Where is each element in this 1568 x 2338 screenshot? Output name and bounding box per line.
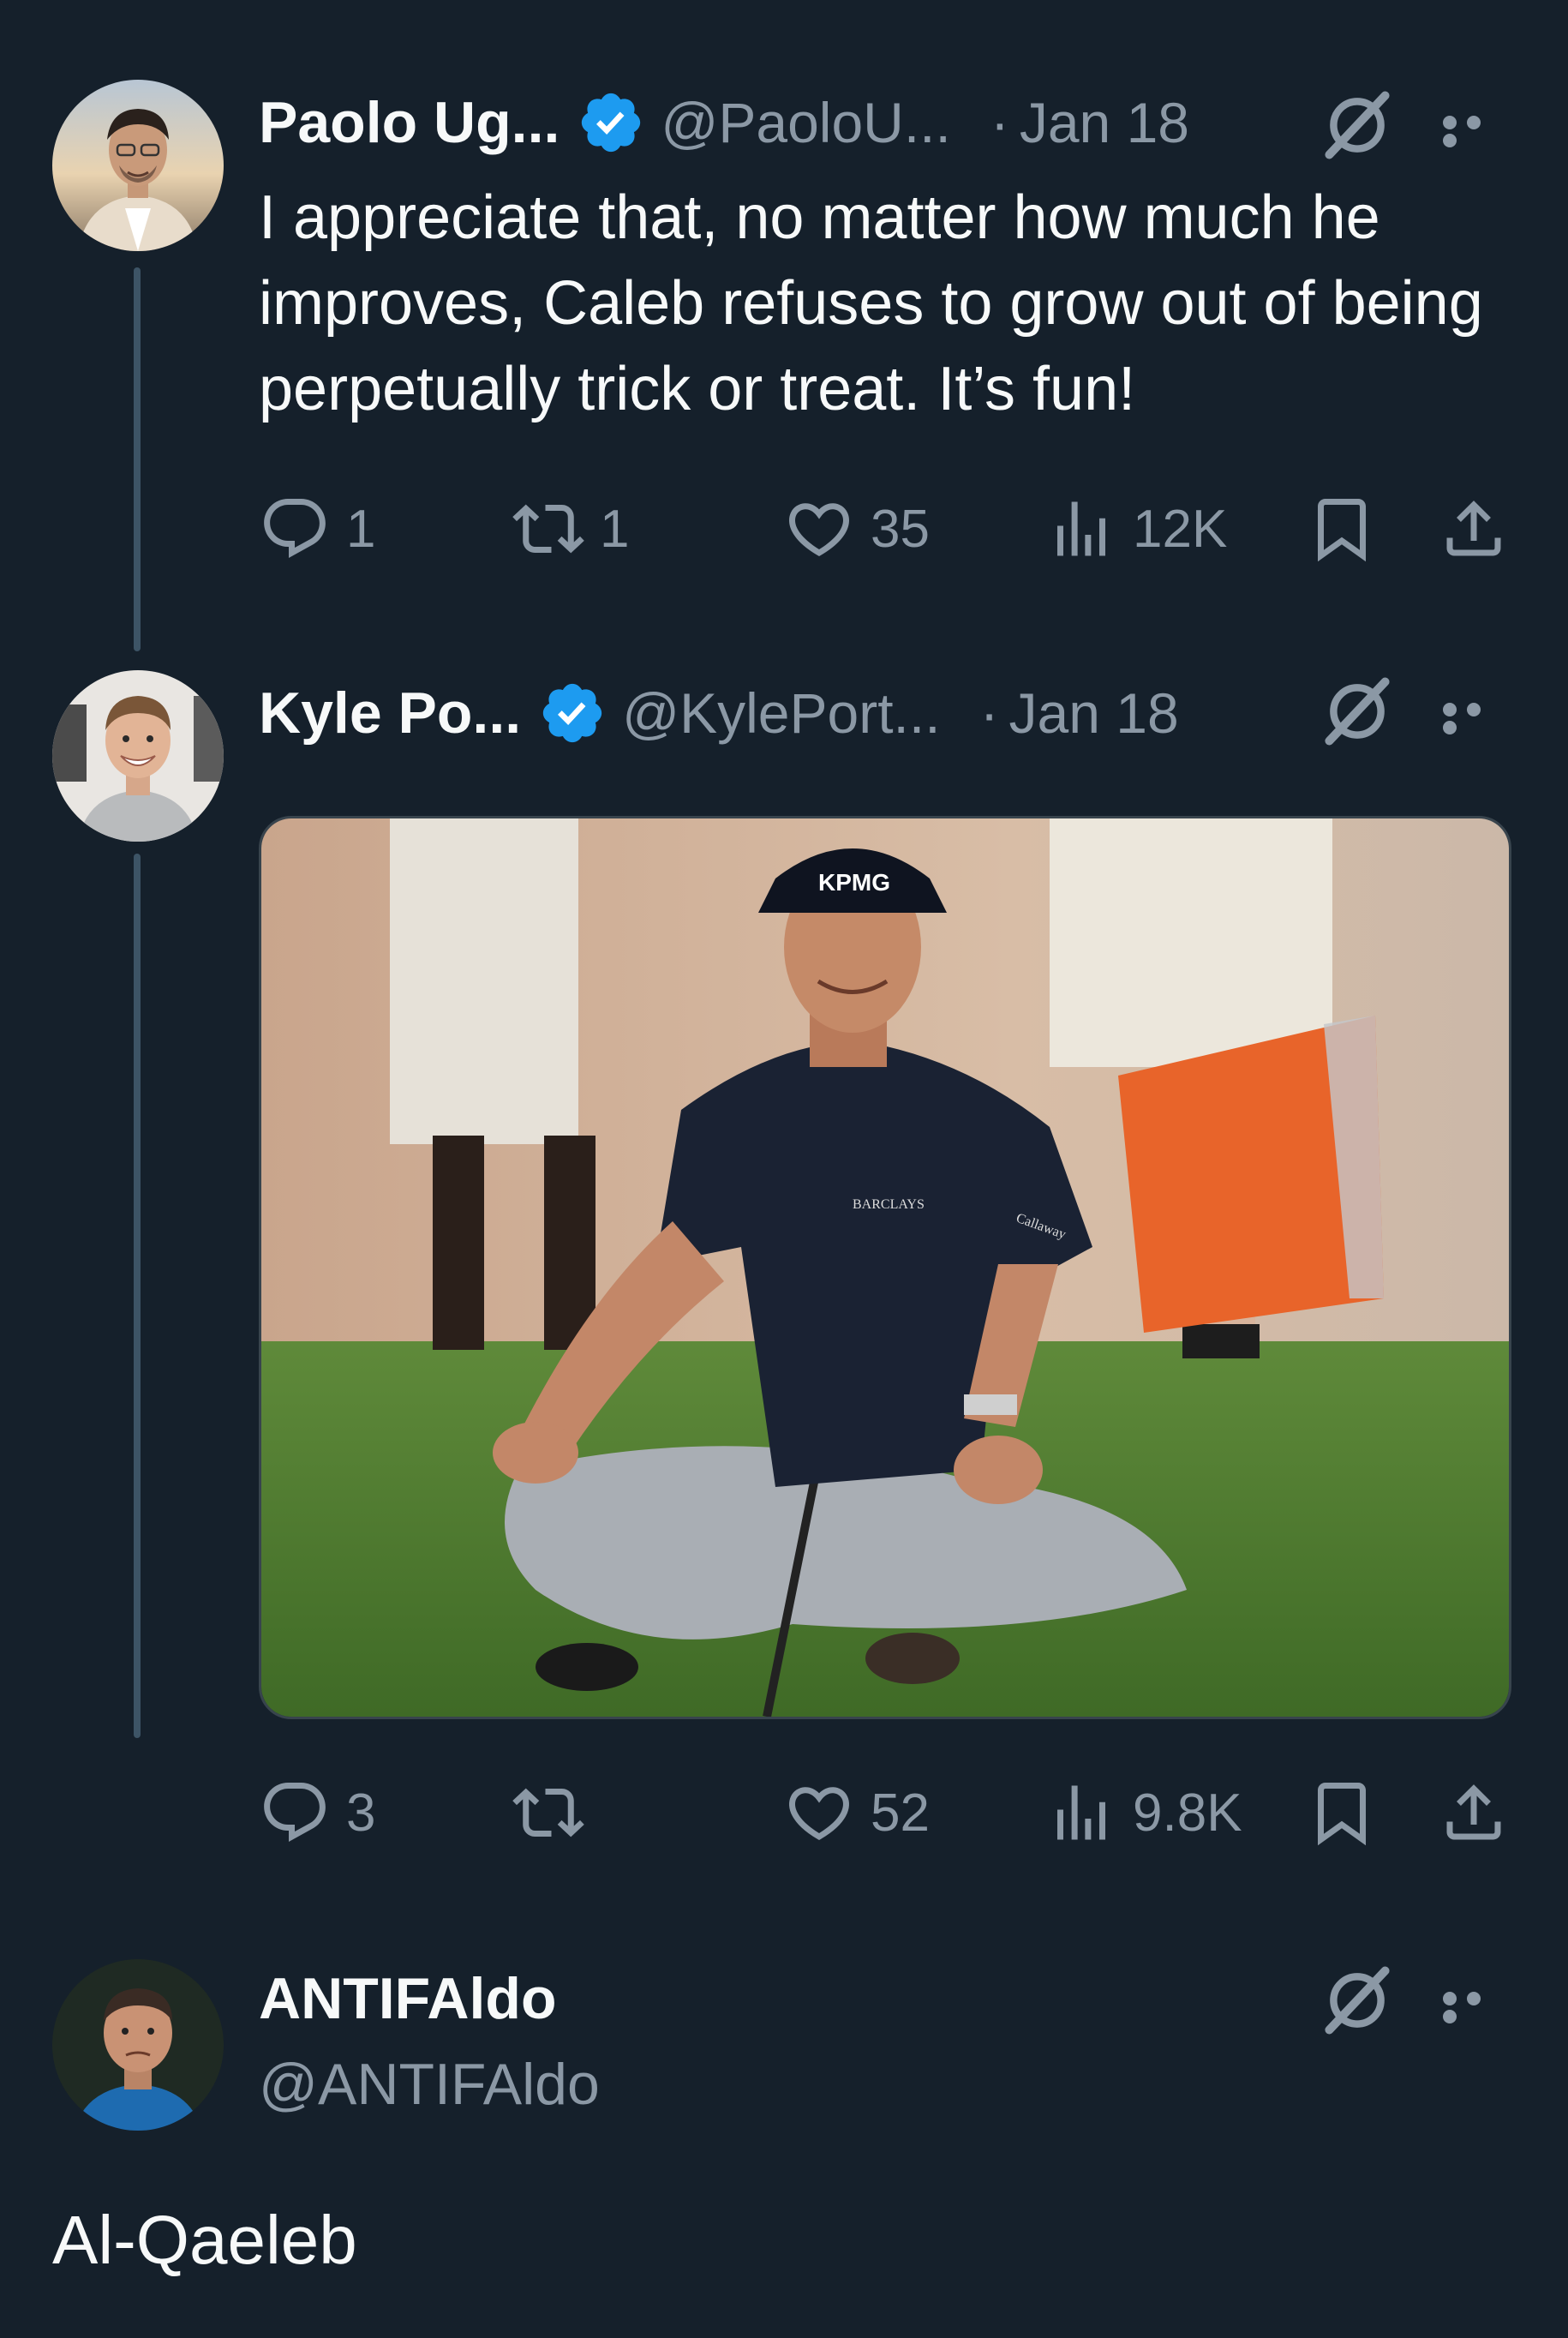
handle[interactable]: @KylePort... [622, 680, 940, 746]
reply-button[interactable]: 1 [259, 490, 375, 567]
speech-bubble-icon [259, 1777, 331, 1849]
bookmark-icon [1306, 1777, 1378, 1849]
view-count: 9.8K [1133, 1783, 1242, 1843]
bookmark-icon [1306, 493, 1378, 565]
heart-icon [783, 1777, 855, 1849]
avatar-image [52, 670, 224, 842]
bar-chart-icon [1045, 1777, 1117, 1849]
display-name[interactable]: Kyle Po... [259, 680, 521, 746]
chest-logo-text: BARCLAYS [853, 1197, 925, 1212]
tweet-date[interactable]: Jan 18 [1020, 90, 1189, 155]
more-dots-icon[interactable] [1443, 116, 1511, 147]
retweet-icon [512, 1777, 584, 1849]
handle[interactable]: @PaoloU... [661, 90, 950, 155]
share-button[interactable] [1438, 1774, 1525, 1851]
bookmark-button[interactable] [1306, 1774, 1393, 1851]
thread-line [134, 267, 141, 651]
tweet-header: Paolo Ug... @PaoloU... · Jan 18 [259, 88, 1189, 157]
reply-button[interactable]: 3 [259, 1774, 375, 1851]
views-button[interactable]: 12K [1045, 490, 1227, 567]
retweet-icon [512, 493, 584, 565]
golfer-photo: KPMG BARCLAYS Callaway [261, 818, 1509, 1717]
tweet-header: ANTIFAldo [259, 1964, 557, 2033]
display-name[interactable]: ANTIFAldo [259, 1965, 557, 2032]
avatar[interactable] [52, 670, 224, 842]
share-icon [1438, 1777, 1510, 1849]
tweet-date[interactable]: Jan 18 [1009, 680, 1179, 746]
cap-logo-text: KPMG [818, 869, 890, 896]
like-button[interactable]: 35 [783, 490, 930, 567]
retweet-count: 1 [600, 499, 630, 559]
tweet-text: Al-Qaeleb [52, 2202, 357, 2278]
reply-count: 1 [346, 499, 376, 559]
verified-badge-icon [577, 88, 645, 157]
tweet-paolo[interactable]: Paolo Ug... @PaoloU... · Jan 18 I apprec… [0, 0, 1568, 651]
handle-row: @ANTIFAldo [259, 2050, 600, 2119]
like-count: 52 [871, 1783, 930, 1843]
share-icon [1438, 493, 1510, 565]
action-bar: 3 52 9.8K [259, 1774, 1527, 1851]
views-button[interactable]: 9.8K [1045, 1774, 1242, 1851]
thread-line [134, 854, 141, 1738]
bar-chart-icon [1045, 493, 1117, 565]
share-button[interactable] [1438, 490, 1525, 567]
retweet-button[interactable]: 1 [512, 490, 629, 567]
view-count: 12K [1133, 499, 1228, 559]
like-count: 35 [871, 499, 930, 559]
tweet-photo[interactable]: KPMG BARCLAYS Callaway [259, 816, 1511, 1719]
heart-icon [783, 493, 855, 565]
date-separator: · [990, 91, 1009, 154]
bookmark-button[interactable] [1306, 490, 1393, 567]
avatar-image [52, 80, 224, 251]
reply-count: 3 [346, 1783, 376, 1843]
avatar[interactable] [52, 80, 224, 251]
more-dots-icon[interactable] [1443, 703, 1511, 734]
handle[interactable]: @ANTIFAldo [259, 2051, 600, 2118]
grok-icon[interactable] [1318, 86, 1397, 165]
tweet-text: I appreciate that, no matter how much he… [259, 183, 1483, 423]
action-bar: 1 1 35 12K [259, 490, 1527, 567]
retweet-button[interactable] [512, 1774, 600, 1851]
grok-icon[interactable] [1318, 1961, 1397, 2040]
tweet-header: Kyle Po... @KylePort... · Jan 18 [259, 679, 1179, 747]
display-name[interactable]: Paolo Ug... [259, 89, 560, 156]
like-button[interactable]: 52 [783, 1774, 930, 1851]
date-separator: · [979, 681, 999, 745]
verified-badge-icon [538, 679, 607, 747]
grok-icon[interactable] [1318, 672, 1397, 751]
speech-bubble-icon [259, 493, 331, 565]
tweet-antifaldo[interactable]: ANTIFAldo @ANTIFAldo Al-Qaeleb [0, 1911, 1568, 2338]
more-dots-icon[interactable] [1443, 1992, 1511, 2023]
avatar[interactable] [52, 1959, 224, 2131]
tweet-kyle[interactable]: Kyle Po... @KylePort... · Jan 18 KPMG BA… [0, 651, 1568, 1911]
avatar-image [52, 1959, 224, 2131]
